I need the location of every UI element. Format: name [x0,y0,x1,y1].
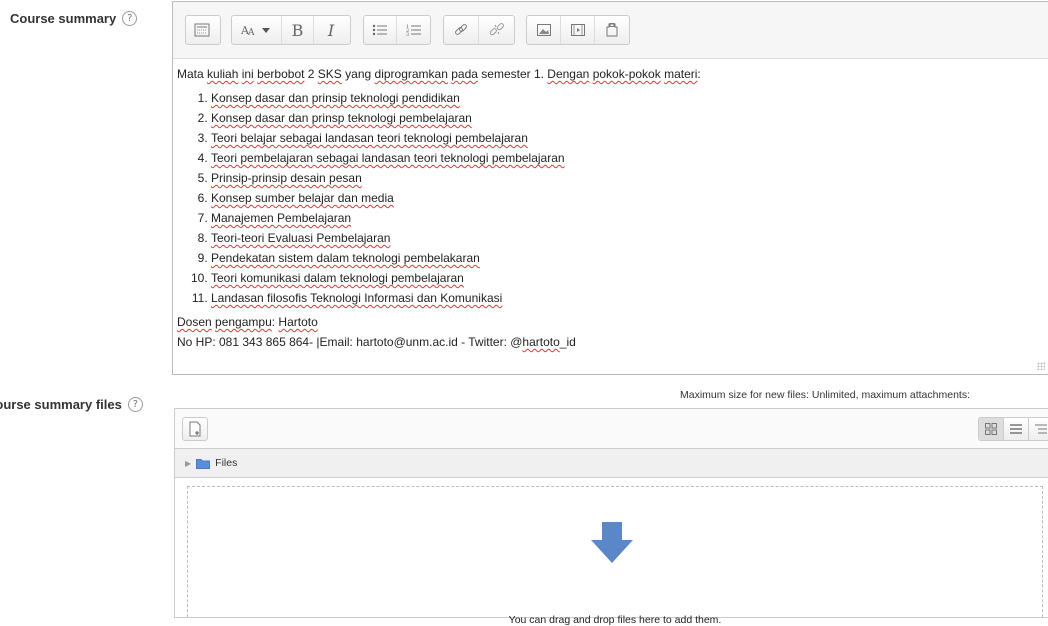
topic-list-item: Konsep sumber belajar dan media [211,188,1041,208]
misspelled-word: Dengan [547,67,590,81]
svg-text:3: 3 [406,32,409,37]
course-summary-label-row: Course summary ? [10,11,138,26]
drop-area-border: You can drag and drop files here to add … [187,486,1043,626]
course-summary-label: Course summary [10,11,117,26]
topic-text: Konsep sumber belajar dan media [211,191,394,205]
topic-text: Landasan filosofis Teknologi Informasi d… [211,291,503,305]
topic-list-item: Manajemen Pembelajaran [211,208,1041,228]
contact-line: No HP: 081 343 865 864- |Email: hartoto@… [177,332,1041,352]
drop-arrow-icon [591,522,633,563]
manage-files-icon[interactable] [595,16,629,44]
lecturer-line: Dosen pengampu: Hartoto [177,312,1041,332]
list-icon [1010,424,1022,434]
tree-icon [1035,424,1047,434]
summary-files-label-row: Course summary files ? [0,397,143,412]
topic-text: Manajemen Pembelajaran [211,211,352,225]
topic-text: Konsep dasar dan prinsip teknologi pendi… [211,91,460,105]
topic-text: Teori belajar sebagai landasan teori tek… [211,131,528,145]
add-file-button[interactable] [182,417,208,441]
folder-name[interactable]: Files [215,457,237,469]
unordered-list-icon[interactable] [364,16,397,44]
icon-view-button[interactable] [979,418,1004,440]
misspelled-word: berbobot [257,67,305,81]
text-segment: Mata [177,67,208,81]
max-size-text: Maximum size for new files: Unlimited, m… [680,389,970,401]
text-segment: yang [341,67,375,81]
misspelled-word: materi [664,67,698,81]
ordered-list-icon[interactable]: 123 [397,16,430,44]
misspelled-word: Dosen [177,315,212,329]
editor-content[interactable]: Mata kuliah ini berbobot 2 SKS yang dipr… [177,64,1041,352]
text-segment: semester 1. [477,67,548,81]
help-icon[interactable]: ? [122,11,138,26]
svg-text:A: A [247,28,255,37]
toolbar-group-3: 123 [363,15,431,45]
misspelled-word: kuliah [207,67,239,81]
list-view-button[interactable] [1004,418,1029,440]
file-drop-zone[interactable]: You can drag and drop files here to add … [174,478,1048,626]
misspelled-word: hartoto [522,335,560,349]
misspelled-word: pada [451,67,478,81]
text-segment: 2 [304,67,318,81]
topic-list-item: Prinsip-prinsip desain pesan [211,168,1041,188]
topic-text: Teori pembelajaran sebagai landasan teor… [211,151,565,165]
topic-text: Prinsip-prinsip desain pesan [211,171,362,185]
show-more-icon[interactable] [186,16,218,44]
intro-paragraph: Mata kuliah ini berbobot 2 SKS yang dipr… [177,64,1041,84]
folder-icon [196,458,211,469]
topic-text: Teori-teori Evaluasi Pembelajaran [211,231,391,245]
topic-text: Pendekatan sistem dalam teknologi pembel… [211,251,480,265]
text-segment: _id [559,335,576,349]
text-segment: : [697,67,701,81]
topic-list-item: Pendekatan sistem dalam teknologi pembel… [211,248,1041,268]
topic-text: Teori komunikasi dalam teknologi pembela… [211,271,464,285]
topic-list-item: Konsep dasar dan prinsp teknologi pembel… [211,108,1041,128]
topic-list: Konsep dasar dan prinsip teknologi pendi… [177,88,1041,308]
summary-files-label: Course summary files [0,397,122,412]
tree-view-button[interactable] [1029,418,1048,440]
topic-list-item: Teori pembelajaran sebagai landasan teor… [211,148,1041,168]
toolbar-group-2: AA B I [231,15,351,45]
italic-icon[interactable]: I [314,16,348,44]
misspelled-word: diprogramkan [374,67,448,81]
course-summary-editor[interactable]: AA B I 123 Mata kuliah ini berbobot 2 SK… [172,1,1048,375]
topic-list-item: Konsep dasar dan prinsip teknologi pendi… [211,88,1041,108]
toolbar-group-1 [185,15,221,45]
resize-handle[interactable] [1037,362,1045,370]
misspelled-word: SKS [317,67,342,81]
topic-list-item: Teori-teori Evaluasi Pembelajaran [211,228,1041,248]
editor-toolbar: AA B I 123 [173,2,1048,59]
topic-list-item: Teori belajar sebagai landasan teori tek… [211,128,1041,148]
help-icon[interactable]: ? [127,397,143,412]
filemanager-toolbar [174,408,1048,448]
link-icon[interactable] [444,16,479,44]
bold-icon[interactable]: B [282,16,314,44]
toolbar-group-4 [443,15,515,45]
misspelled-word: ini [241,67,254,81]
media-icon[interactable] [561,16,595,44]
misspelled-word: Hartoto [278,315,318,329]
view-switcher [978,417,1048,441]
misspelled-word: pengampu [215,315,272,329]
topic-text: Konsep dasar dan prinsp teknologi pembel… [211,111,472,125]
topic-list-item: Landasan filosofis Teknologi Informasi d… [211,288,1041,308]
unlink-icon[interactable] [479,16,514,44]
misspelled-word: pokok-pokok [592,67,661,81]
text-segment: No HP: 081 343 865 864- |Email: hartoto@… [177,335,523,349]
font-size-icon[interactable]: AA [232,16,282,44]
image-icon[interactable] [527,16,561,44]
folder-path-bar: ▶ Files [174,448,1048,478]
add-file-icon [189,421,201,437]
grid-icon [985,423,997,435]
drop-instructions: You can drag and drop files here to add … [508,614,722,626]
expand-arrow-icon[interactable]: ▶ [185,459,191,468]
toolbar-group-5 [526,15,630,45]
topic-list-item: Teori komunikasi dalam teknologi pembela… [211,268,1041,288]
